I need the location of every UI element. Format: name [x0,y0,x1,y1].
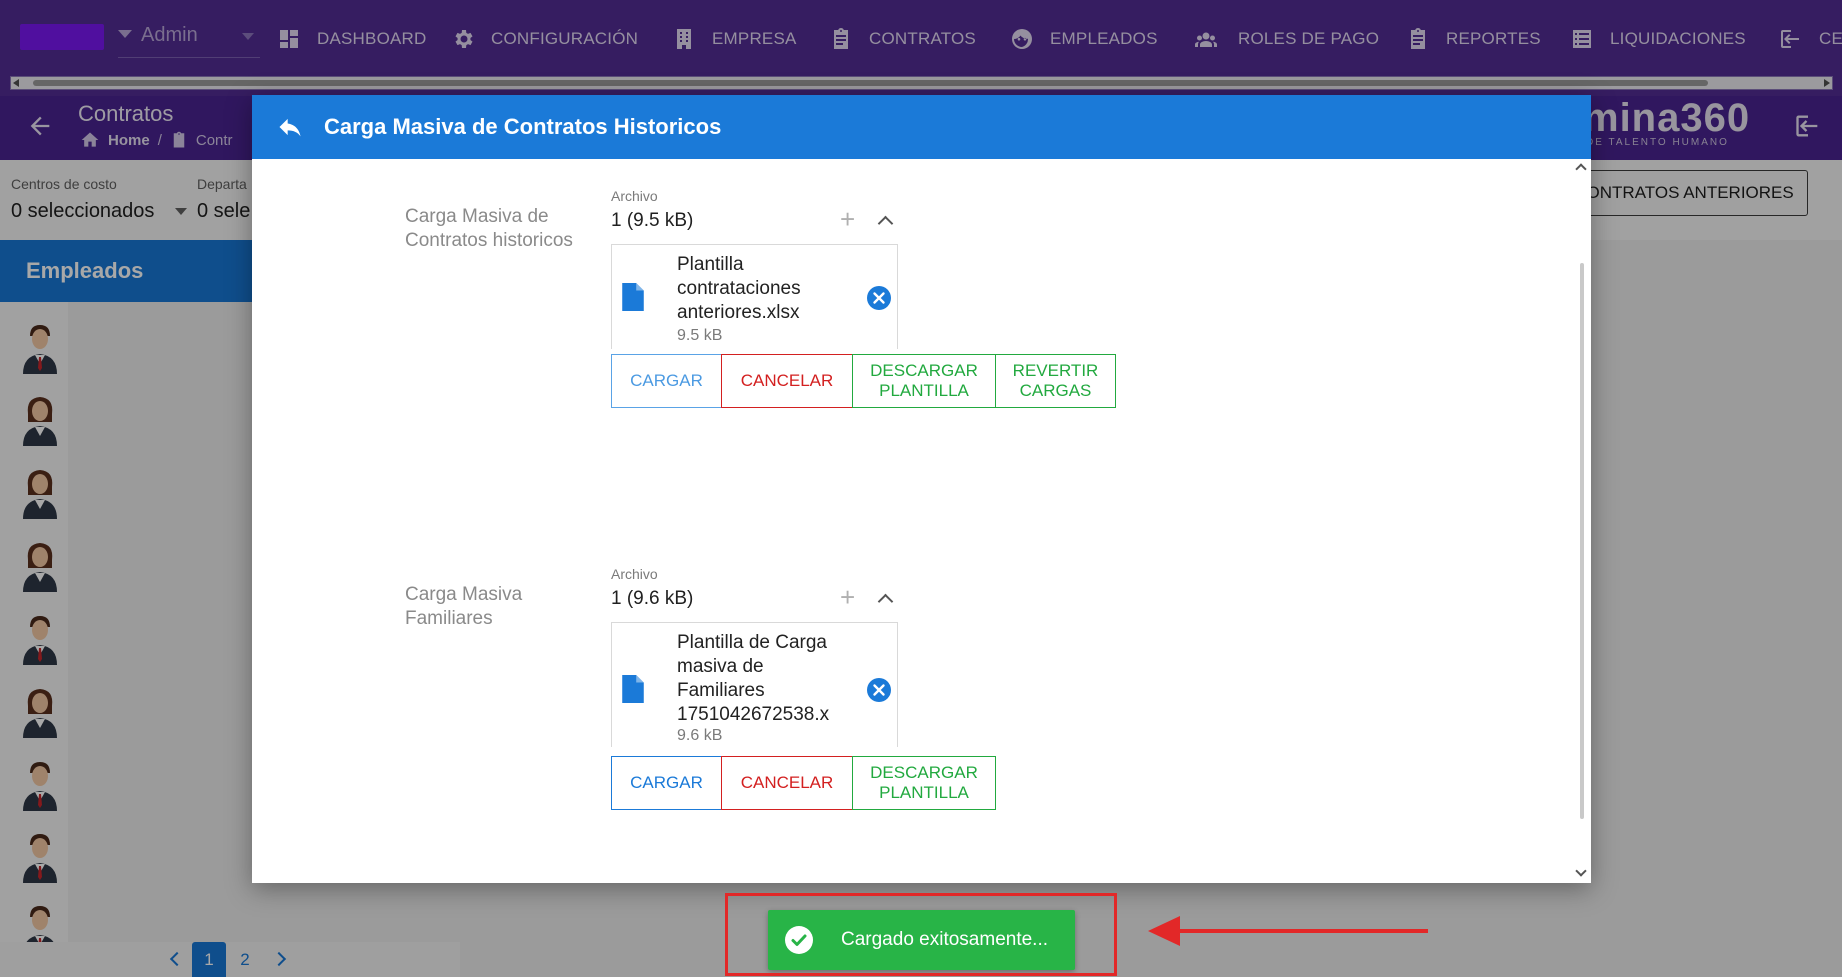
bulk-upload-dialog: Carga Masiva de Contratos Historicos Car… [252,95,1591,883]
section-label-contratos: Carga Masiva de Contratos historicos [405,206,573,251]
upload-button[interactable]: CARGAR [611,756,722,810]
app-root: Admin DASHBOARD CONFIGURACIÓN EMPRESA CO… [0,0,1842,977]
annotation-box [725,893,1117,976]
annotation-arrow [1178,929,1428,933]
file-caption: Archivo [611,188,658,204]
download-template-button[interactable]: DESCARGAR PLANTILLA [852,756,996,810]
download-template-button[interactable]: DESCARGAR PLANTILLA [852,354,996,408]
annotation-arrow-head [1148,916,1180,946]
chevron-up-icon[interactable] [877,215,894,232]
revert-uploads-button[interactable]: REVERTIR CARGAS [995,354,1116,408]
file-size: 9.5 kB [677,327,723,344]
file-count: 1 (9.6 kB) [611,588,694,609]
remove-file-icon[interactable] [866,285,892,311]
remove-file-icon[interactable] [866,677,892,703]
scroll-down-icon[interactable] [1575,865,1587,877]
file-icon [622,283,644,311]
file-name: Plantilla de Carga masiva de Familiares … [677,632,830,725]
file-caption: Archivo [611,566,658,582]
file-count: 1 (9.5 kB) [611,210,694,231]
cancel-button[interactable]: CANCELAR [721,756,853,810]
add-file-icon[interactable]: + [840,206,855,232]
section-label-familiares: Carga Masiva Familiares [405,584,523,629]
chevron-up-icon[interactable] [877,593,894,610]
dialog-title: Carga Masiva de Contratos Historicos [324,114,722,139]
file-name: Plantilla contrataciones anteriores.xlsx [677,254,801,323]
scroll-up-icon[interactable] [1575,163,1587,175]
file-size: 9.6 kB [677,727,723,744]
reply-icon[interactable] [276,113,304,141]
file-card: Plantilla contrataciones anteriores.xlsx… [611,244,898,349]
contratos-actions: CARGAR CANCELAR DESCARGAR PLANTILLA REVE… [611,354,1116,408]
add-file-icon[interactable]: + [840,584,855,610]
file-card: Plantilla de Carga masiva de Familiares … [611,622,898,747]
familiares-actions: CARGAR CANCELAR DESCARGAR PLANTILLA [611,756,996,810]
cancel-button[interactable]: CANCELAR [721,354,853,408]
dialog-header: Carga Masiva de Contratos Historicos [252,95,1591,159]
dialog-scrollbar[interactable] [1580,263,1584,819]
file-icon [622,675,644,703]
upload-button[interactable]: CARGAR [611,354,722,408]
